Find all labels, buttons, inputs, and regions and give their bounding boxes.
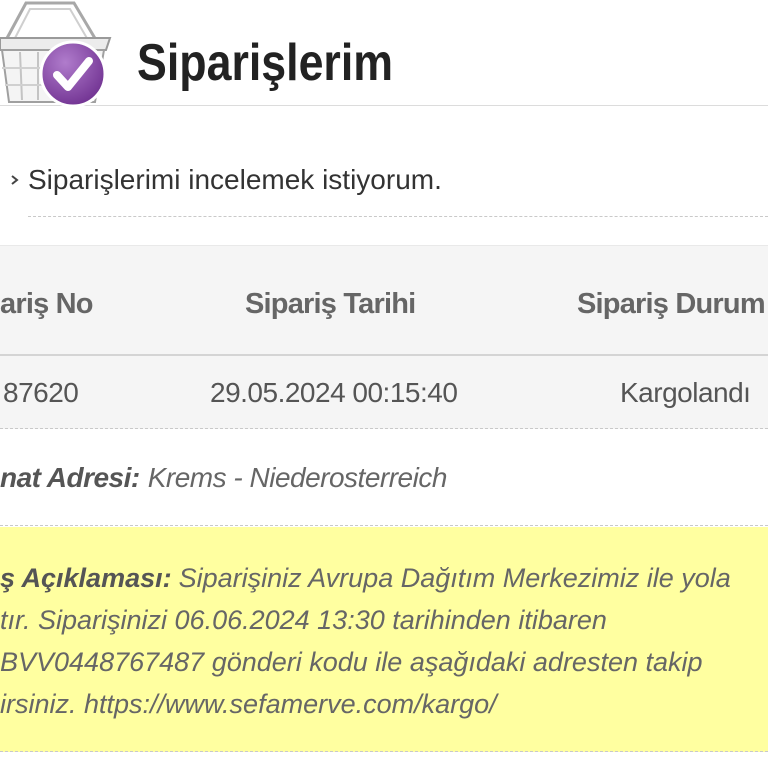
column-header-order-no: ariş No bbox=[0, 288, 94, 320]
orders-toggle-link[interactable]: Siparişlerimi incelemek istiyorum. bbox=[10, 162, 442, 198]
shipping-address: nat Adresi: Krems - Niederosterreich bbox=[0, 458, 447, 498]
order-number: 87620 bbox=[3, 377, 79, 408]
shipping-address-row: nat Adresi: Krems - Niederosterreich bbox=[0, 430, 768, 526]
order-note-line: tır. Siparişinizi 06.06.2024 13:30 tarih… bbox=[0, 605, 607, 635]
table-row[interactable]: 87620 29.05.2024 00:15:40 Kargolandı bbox=[0, 356, 768, 429]
order-date: 29.05.2024 00:15:40 bbox=[210, 377, 458, 408]
section-divider bbox=[28, 216, 768, 217]
orders-table: ariş No Sipariş Tarihi Sipariş Durum 876… bbox=[0, 245, 768, 429]
shipping-address-label: nat Adresi: bbox=[0, 462, 140, 493]
basket-check-icon bbox=[0, 1, 112, 108]
chevron-right-icon bbox=[10, 173, 22, 187]
order-status: Kargolandı bbox=[620, 377, 751, 408]
orders-page: Siparişlerim Siparişlerimi incelemek ist… bbox=[0, 0, 768, 768]
order-note-line: BVV0448767487 gönderi kodu ile aşağıdaki… bbox=[0, 647, 703, 677]
order-note-label: ş Açıklaması: bbox=[0, 563, 172, 593]
page-title: Siparişlerim bbox=[137, 34, 394, 92]
column-header-order-date: Sipariş Tarihi bbox=[245, 288, 416, 320]
table-header-row: ariş No Sipariş Tarihi Sipariş Durum bbox=[0, 246, 768, 356]
column-header-order-status: Sipariş Durum bbox=[577, 288, 766, 320]
shipping-address-value: Krems - Niederosterreich bbox=[147, 462, 448, 493]
order-note-box: ş Açıklaması: Siparişiniz Avrupa Dağıtım … bbox=[0, 527, 768, 752]
check-badge bbox=[39, 40, 107, 108]
order-note-line: ş Açıklaması: Siparişiniz Avrupa Dağıtım … bbox=[0, 557, 768, 599]
orders-toggle-label: Siparişlerimi incelemek istiyorum. bbox=[28, 164, 442, 195]
order-note-line: irsiniz. https://www.sefamerve.com/kargo… bbox=[0, 689, 497, 719]
header-divider bbox=[0, 105, 768, 106]
order-note-text: Siparişiniz Avrupa Dağıtım Merkezimiz il… bbox=[178, 563, 731, 593]
